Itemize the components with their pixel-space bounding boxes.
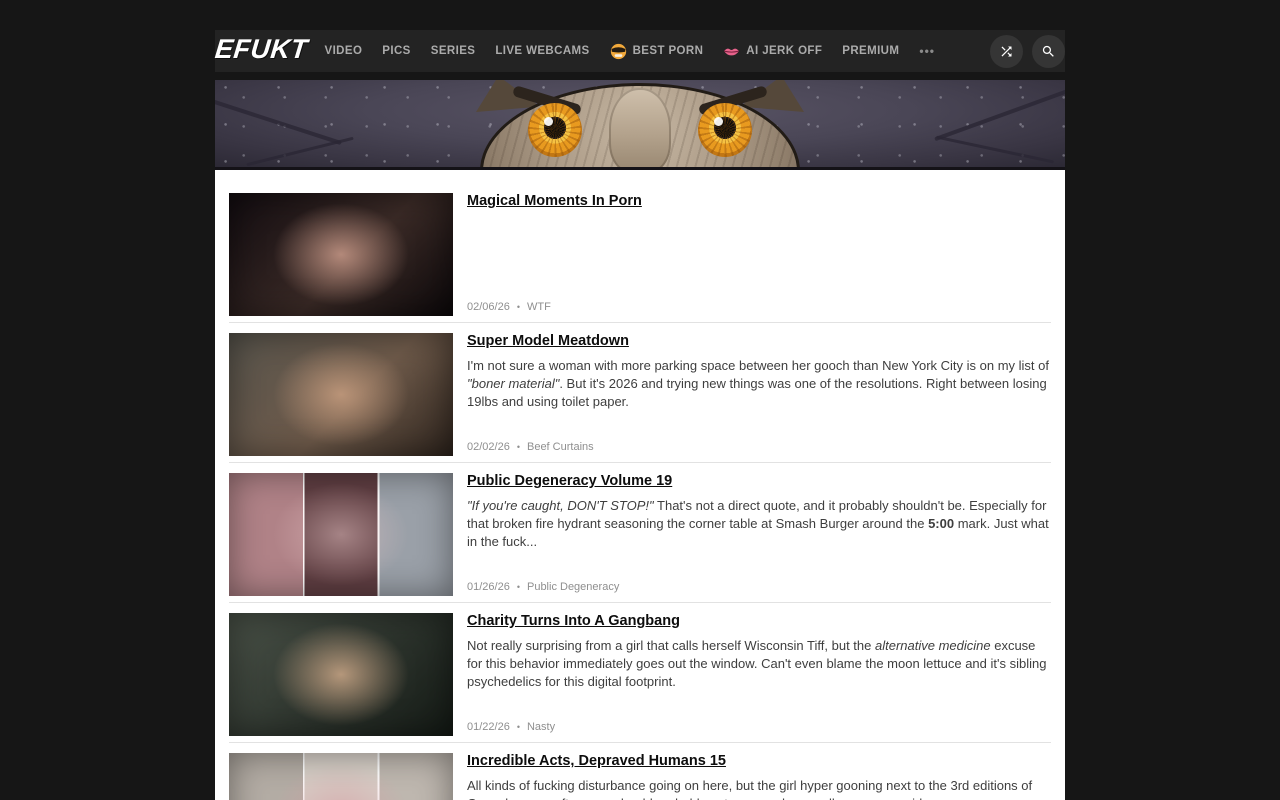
- owl-illustration: [450, 80, 830, 170]
- item-description: "If you're caught, DON'T STOP!" That's n…: [467, 497, 1051, 551]
- item-thumbnail[interactable]: [229, 753, 453, 800]
- item-body: Magical Moments In Porn 02/06/26 • WTF: [467, 193, 1051, 316]
- item-title-link[interactable]: Super Model Meatdown: [467, 333, 629, 349]
- item-meta-separator: •: [517, 722, 520, 733]
- branch-decoration: [934, 83, 1065, 141]
- lips-icon: [723, 43, 740, 60]
- item-description: Not really surprising from a girl that c…: [467, 637, 1051, 691]
- item-thumbnail[interactable]: [229, 473, 453, 596]
- item-category-link[interactable]: Public Degeneracy: [527, 581, 619, 593]
- item-date: 02/06/26: [467, 301, 510, 313]
- shuffle-button[interactable]: [990, 35, 1023, 68]
- item-body: Charity Turns Into A Gangbang Not really…: [467, 613, 1051, 736]
- header-actions: [990, 35, 1065, 68]
- banner-artwork[interactable]: [215, 80, 1065, 170]
- thumbnail-image: [229, 333, 453, 456]
- nav-item-premium[interactable]: PREMIUM: [842, 45, 899, 57]
- thumbnail-image: [229, 753, 453, 800]
- item-body: Incredible Acts, Depraved Humans 15 All …: [467, 753, 1051, 800]
- branch-decoration: [246, 137, 353, 167]
- item-meta: 02/02/26 • Beef Curtains: [467, 441, 1051, 456]
- item-meta-separator: •: [517, 302, 520, 313]
- nav-item-pics[interactable]: PICS: [382, 45, 410, 57]
- item-meta: 02/06/26 • WTF: [467, 301, 1051, 316]
- video-list-item: Magical Moments In Porn 02/06/26 • WTF: [229, 193, 1051, 323]
- main-nav: VIDEO PICS SERIES LIVE WEBCAMS BEST PORN: [325, 43, 935, 60]
- search-icon: [1041, 44, 1056, 59]
- video-list-item: Incredible Acts, Depraved Humans 15 All …: [229, 753, 1051, 800]
- search-button[interactable]: [1032, 35, 1065, 68]
- item-title-link[interactable]: Charity Turns Into A Gangbang: [467, 613, 680, 629]
- site-logo[interactable]: EFUKT: [213, 36, 309, 66]
- item-title-link[interactable]: Magical Moments In Porn: [467, 193, 642, 209]
- nav-item-ai-jerk-off[interactable]: AI JERK OFF: [723, 43, 822, 60]
- branch-decoration: [936, 136, 1054, 164]
- item-description: All kinds of fucking disturbance going o…: [467, 777, 1051, 800]
- owl-eye: [528, 103, 582, 157]
- video-list-item: Charity Turns Into A Gangbang Not really…: [229, 613, 1051, 743]
- item-category-link[interactable]: Beef Curtains: [527, 441, 594, 453]
- owl-eye: [698, 103, 752, 157]
- item-description: I'm not sure a woman with more parking s…: [467, 357, 1051, 411]
- item-date: 01/22/26: [467, 721, 510, 733]
- nav-best-porn-label: BEST PORN: [633, 45, 704, 57]
- nav-item-best-porn[interactable]: BEST PORN: [610, 43, 704, 60]
- item-meta-separator: •: [517, 442, 520, 453]
- item-category-link[interactable]: WTF: [527, 301, 551, 313]
- branch-decoration: [215, 95, 342, 145]
- item-category-link[interactable]: Nasty: [527, 721, 555, 733]
- nav-item-video[interactable]: VIDEO: [325, 45, 363, 57]
- item-title-link[interactable]: Public Degeneracy Volume 19: [467, 473, 672, 489]
- nav-item-series[interactable]: SERIES: [431, 45, 476, 57]
- item-body: Public Degeneracy Volume 19 "If you're c…: [467, 473, 1051, 596]
- item-meta: 01/22/26 • Nasty: [467, 721, 1051, 736]
- nav-more-menu[interactable]: •••: [919, 44, 935, 58]
- item-thumbnail[interactable]: [229, 613, 453, 736]
- item-thumbnail[interactable]: [229, 333, 453, 456]
- item-title-link[interactable]: Incredible Acts, Depraved Humans 15: [467, 753, 726, 769]
- item-meta: 01/26/26 • Public Degeneracy: [467, 581, 1051, 596]
- video-list-item: Public Degeneracy Volume 19 "If you're c…: [229, 473, 1051, 603]
- porn-dude-face-icon: [610, 43, 627, 60]
- thumbnail-image: [229, 193, 453, 316]
- owl-forehead-ridge: [609, 88, 671, 170]
- item-date: 01/26/26: [467, 581, 510, 593]
- item-date: 02/02/26: [467, 441, 510, 453]
- video-list-item: Super Model Meatdown I'm not sure a woma…: [229, 333, 1051, 463]
- item-meta-separator: •: [517, 582, 520, 593]
- site-header: EFUKT VIDEO PICS SERIES LIVE WEBCAMS BES…: [215, 30, 1065, 72]
- item-body: Super Model Meatdown I'm not sure a woma…: [467, 333, 1051, 456]
- shuffle-icon: [999, 44, 1014, 59]
- nav-item-live-webcams[interactable]: LIVE WEBCAMS: [495, 45, 589, 57]
- nav-ai-jerk-off-label: AI JERK OFF: [746, 45, 822, 57]
- thumbnail-image: [229, 473, 453, 596]
- item-thumbnail[interactable]: [229, 193, 453, 316]
- video-list: Magical Moments In Porn 02/06/26 • WTF S…: [215, 170, 1065, 800]
- thumbnail-image: [229, 613, 453, 736]
